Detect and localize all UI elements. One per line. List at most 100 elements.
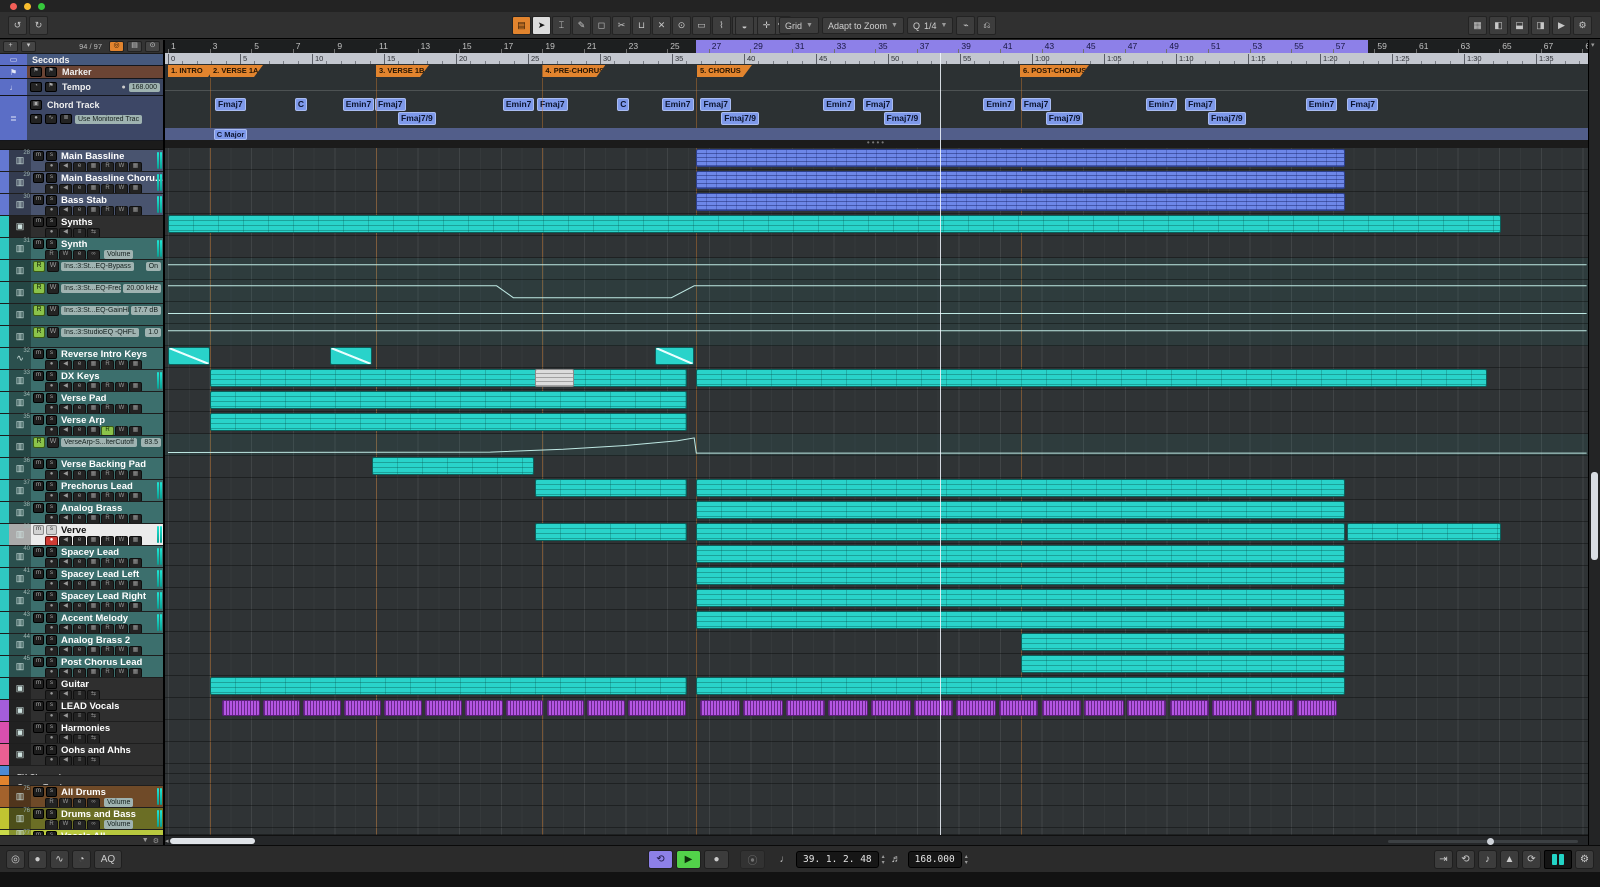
solo-button[interactable]: s (46, 591, 57, 601)
track-control-button-3[interactable]: ▦ (87, 514, 100, 524)
automation-curve[interactable] (165, 434, 1588, 455)
lane-ins-3-st-eq-bypass[interactable] (165, 258, 1588, 280)
position-steppers[interactable]: ▴▾ (882, 854, 885, 866)
track-control-button-1[interactable]: ◀ (59, 646, 72, 656)
chord-audition-button[interactable]: ● (30, 114, 42, 124)
track-verse-arp[interactable]: ▥35msVerse Arp●◀e▦RW▦ (0, 414, 163, 436)
solo-button[interactable]: s (46, 787, 57, 797)
track-control-button-0[interactable]: ● (45, 558, 58, 568)
track-control-button-2[interactable]: e (73, 382, 86, 392)
track-group-tracks[interactable]: Group Tracks (0, 776, 163, 786)
mute-button[interactable]: m (33, 547, 44, 557)
track-control-button-0[interactable]: ● (45, 228, 58, 238)
track-control-button-3[interactable]: ∞ (87, 250, 100, 260)
track-control-button-2[interactable]: e (73, 624, 86, 634)
tempo-mode-icon[interactable]: ♬ (888, 851, 905, 868)
zone-button-0[interactable]: ▦ (1468, 16, 1487, 35)
track-control-button-4[interactable]: R (101, 360, 114, 370)
track-drums-and-bass[interactable]: ▥76msDrums and BassRWe∞Volume (0, 808, 163, 830)
track-lead-vocals[interactable]: ▣msLEAD Vocals●◀≡⇆ (0, 700, 163, 722)
solo-button[interactable]: s (46, 195, 57, 205)
track-reverse-intro-keys[interactable]: ∿32msReverse Intro Keys●◀e▦RW▦ (0, 348, 163, 370)
object-selection-tool-icon[interactable]: ➤ (532, 16, 551, 35)
lane-main-bassline[interactable] (165, 148, 1588, 170)
track-control-button-0[interactable]: ● (45, 690, 58, 700)
lane-group-tracks[interactable] (165, 774, 1588, 784)
track-control-button-1[interactable]: ◀ (59, 712, 72, 722)
clip-vocal[interactable] (303, 700, 340, 716)
write-automation-button[interactable]: W (47, 437, 59, 448)
track-control-button-3[interactable]: ▦ (87, 646, 100, 656)
track-control-button-3[interactable]: ⇆ (87, 734, 100, 744)
track-control-button-1[interactable]: W (59, 798, 72, 808)
mute-button[interactable]: m (33, 371, 44, 381)
solo-button[interactable]: s (46, 613, 57, 623)
track-control-button-5[interactable]: W (115, 206, 128, 216)
lane-verse-arp[interactable] (165, 412, 1588, 434)
track-control-button-1[interactable]: W (59, 250, 72, 260)
track-control-button-3[interactable]: ⇆ (87, 756, 100, 766)
write-automation-button[interactable]: W (47, 327, 59, 338)
clip-teal[interactable] (696, 501, 1345, 519)
solo-button[interactable]: s (46, 723, 57, 733)
track-control-button-2[interactable]: ≡ (73, 734, 86, 744)
track-control-button-1[interactable]: ◀ (59, 184, 72, 194)
clip-vocal[interactable] (465, 700, 502, 716)
track-ins-3-st-eq-gainhfl[interactable]: ▥RWIns.:3:St...EQ-GainHFL17.7 dB (0, 304, 163, 326)
transport-position-display[interactable]: 39. 1. 2. 48 (796, 851, 879, 868)
clip-teal[interactable] (696, 545, 1345, 563)
track-control-button-4[interactable]: R (101, 206, 114, 216)
solo-button[interactable]: s (46, 415, 57, 425)
mute-button[interactable]: m (33, 503, 44, 513)
solo-button[interactable]: s (46, 173, 57, 183)
mute-button[interactable]: m (33, 195, 44, 205)
solo-button[interactable]: s (46, 393, 57, 403)
track-control-button-5[interactable]: W (115, 426, 128, 436)
automation-curve[interactable] (165, 302, 1588, 323)
track-control-button-1[interactable]: ◀ (59, 470, 72, 480)
track-control-button-2[interactable]: e (73, 250, 86, 260)
track-oohs-and-ahhs[interactable]: ▣msOohs and Ahhs●◀≡⇆ (0, 744, 163, 766)
automation-curve[interactable] (165, 324, 1588, 345)
solo-button[interactable]: s (46, 481, 57, 491)
clip-vocal[interactable] (506, 700, 543, 716)
tempo-curve[interactable] (165, 90, 1588, 91)
marker-flag-3-verse-1b[interactable]: 3. VERSE 1B (376, 65, 429, 77)
chord-event[interactable]: Fmaj7/9 (884, 112, 922, 125)
track-control-button-6[interactable]: ▦ (129, 602, 142, 612)
clip-blue[interactable] (696, 193, 1345, 211)
lane-synths[interactable] (165, 214, 1588, 236)
solo-button[interactable]: s (46, 809, 57, 819)
clip-vocal[interactable] (700, 700, 740, 716)
track-control-button-1[interactable]: ◀ (59, 668, 72, 678)
track-analog-brass-2[interactable]: ▥44msAnalog Brass 2●◀e▦RW▦ (0, 634, 163, 656)
chord-event[interactable]: Fmaj7 (215, 98, 246, 111)
track-control-button-2[interactable]: e (73, 558, 86, 568)
track-control-button-1[interactable]: ◀ (59, 536, 72, 546)
clip-vocal[interactable] (1127, 700, 1167, 716)
track-control-button-1[interactable]: ◀ (59, 558, 72, 568)
fader-parameter[interactable]: Volume (104, 250, 133, 259)
track-main-bassline-choru-op[interactable]: ▥29msMain Bassline Choru...op●◀e▦RW▦ (0, 172, 163, 194)
track-control-button-4[interactable]: R (101, 162, 114, 172)
mute-button[interactable]: m (33, 809, 44, 819)
clip-vocal[interactable] (1297, 700, 1337, 716)
read-automation-button[interactable]: R (33, 305, 45, 316)
track-control-button-5[interactable]: W (115, 580, 128, 590)
track-verve[interactable]: ▥39msVerve●◀e▦RW▦ (0, 524, 163, 546)
minimize-window-button[interactable] (24, 3, 31, 10)
chord-event[interactable]: Emin7 (1146, 98, 1178, 111)
track-control-button-3[interactable]: ▦ (87, 602, 100, 612)
automation-value[interactable]: On (146, 262, 161, 271)
glue-tool-icon[interactable]: ⊔ (632, 16, 651, 35)
track-control-button-2[interactable]: e (73, 426, 86, 436)
lane-guitar[interactable] (165, 676, 1588, 698)
marker-flag-2-verse-1a[interactable]: 2. VERSE 1A (210, 65, 263, 77)
tempo-lane[interactable] (165, 78, 1588, 96)
clip-ramp[interactable] (168, 347, 210, 365)
solo-button[interactable]: s (46, 569, 57, 579)
clip-teal[interactable] (372, 457, 534, 475)
position-format-icon[interactable]: ♩ (776, 851, 793, 868)
lane-oohs-and-ahhs[interactable] (165, 742, 1588, 764)
track-control-button-4[interactable]: R (101, 514, 114, 524)
